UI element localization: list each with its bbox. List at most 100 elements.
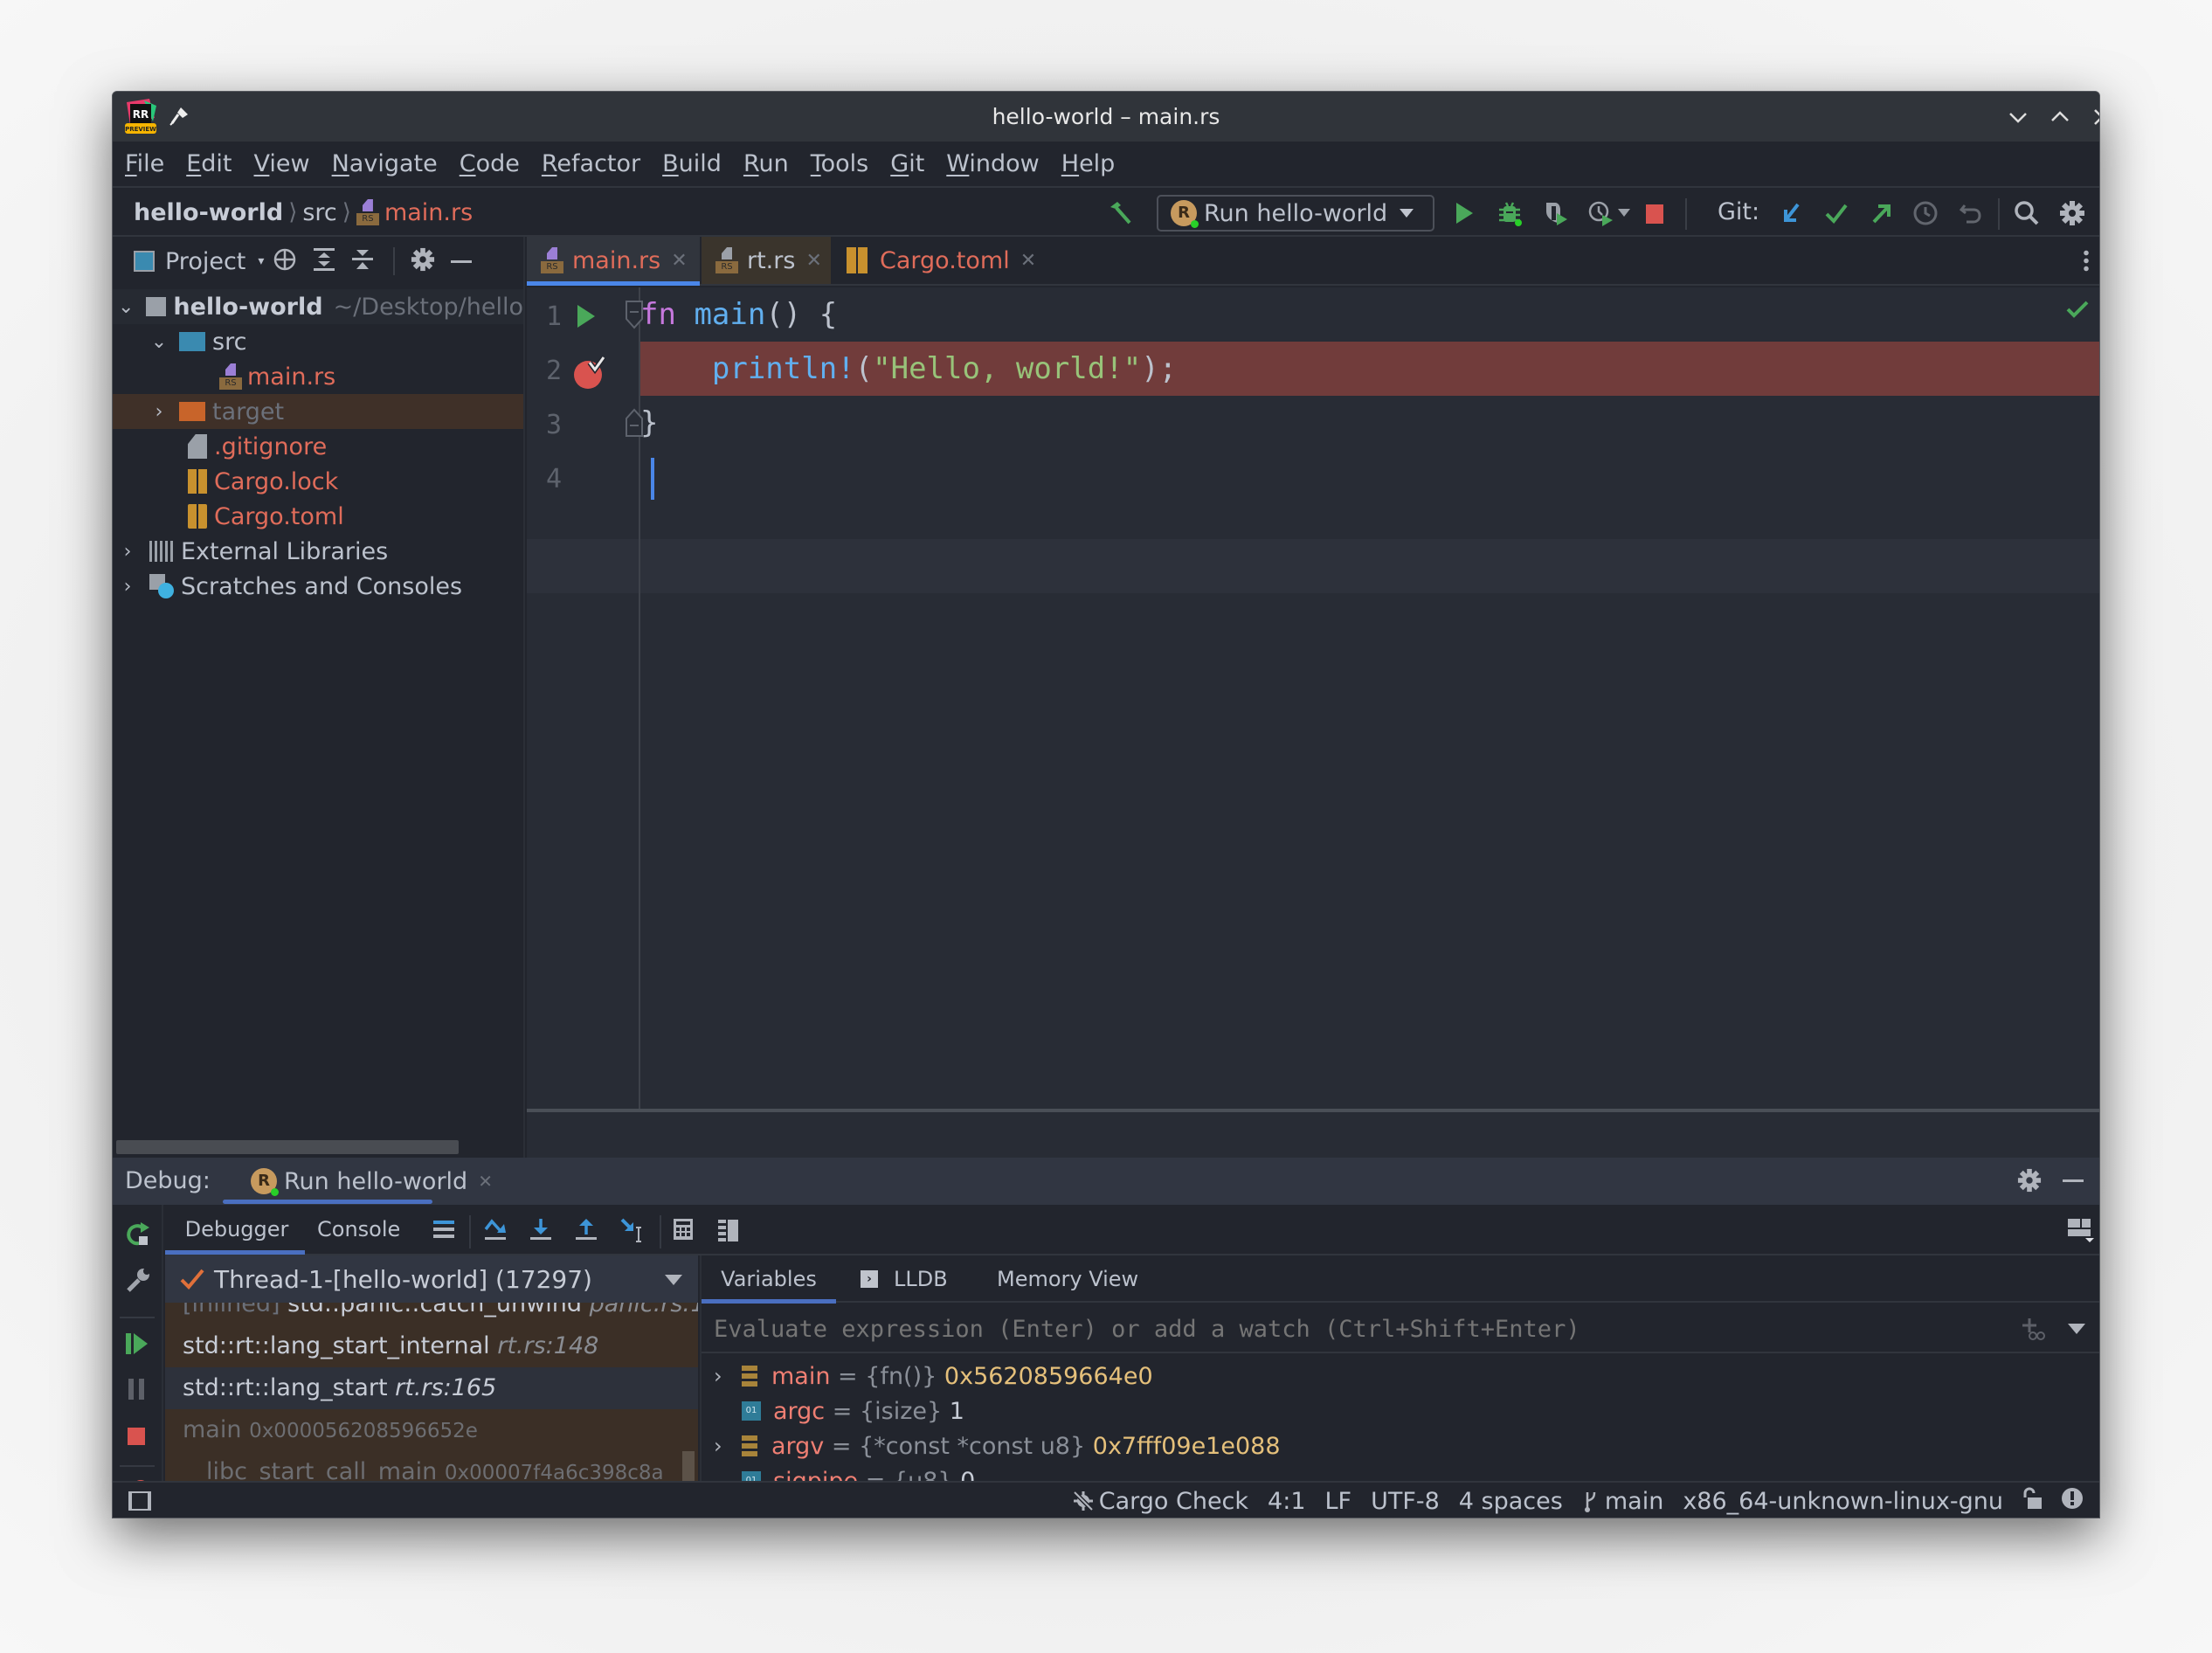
horizontal-scrollbar[interactable]: [116, 1140, 459, 1154]
no-problems-check-icon[interactable]: [2066, 300, 2089, 322]
tab-lldb[interactable]: › LLDB: [861, 1255, 948, 1303]
git-commit-icon[interactable]: [1821, 198, 1851, 228]
frame-row[interactable]: std::rt::lang_start_internal rt.rs:148: [165, 1325, 698, 1367]
variable-row[interactable]: › argv = {*const *const u8} 0x7fff09e1e0…: [714, 1428, 1281, 1463]
code-editor[interactable]: 1 2 3 4 fn main() { println!("Hello, wor…: [527, 287, 2099, 1109]
debug-settings-gear-icon[interactable]: [2017, 1168, 2042, 1196]
caret-position[interactable]: 4:1: [1268, 1488, 1305, 1515]
frame-row[interactable]: main 0x000056208596652e: [165, 1409, 698, 1451]
git-push-icon[interactable]: [1867, 198, 1897, 228]
file-encoding[interactable]: UTF-8: [1371, 1488, 1440, 1515]
menu-edit[interactable]: Edit: [186, 150, 232, 177]
tree-item-project-root[interactable]: ⌄ hello-world ~/Desktop/hello: [113, 289, 523, 324]
minimize-icon[interactable]: [2003, 102, 2033, 132]
tab-rt-rs[interactable]: RS rt.rs ✕: [702, 237, 831, 284]
frame-row-selected[interactable]: std::rt::lang_start rt.rs:165: [165, 1367, 698, 1409]
chevron-right-icon[interactable]: ›: [149, 401, 169, 423]
more-tabs-menu-icon[interactable]: [2084, 249, 2089, 272]
tree-item-src[interactable]: ⌄ src: [113, 324, 523, 359]
event-log-alert-icon[interactable]: [2061, 1487, 2084, 1516]
collapse-all-icon[interactable]: [351, 247, 374, 275]
trace-current-stream-icon[interactable]: [717, 1217, 740, 1245]
chevron-right-icon[interactable]: ›: [118, 541, 137, 563]
debug-bug-icon[interactable]: [1495, 198, 1524, 228]
tree-item-main-rs[interactable]: RS main.rs: [113, 359, 523, 394]
run-configuration-dropdown[interactable]: R Run hello-world: [1157, 195, 1434, 232]
pause-program-icon[interactable]: [123, 1376, 149, 1406]
chevron-right-icon[interactable]: ›: [118, 576, 137, 598]
stop-icon[interactable]: [1640, 198, 1669, 228]
menu-tools[interactable]: Tools: [811, 150, 869, 177]
variable-row[interactable]: › main = {fn()} 0x5620859664e0: [714, 1359, 1153, 1394]
tree-item-cargo-lock[interactable]: Cargo.lock: [113, 464, 523, 499]
expand-all-icon[interactable]: [313, 247, 335, 275]
hide-debug-panel-icon[interactable]: [2063, 1179, 2084, 1182]
evaluate-expression-field[interactable]: [702, 1304, 2099, 1353]
build-hammer-icon[interactable]: [1105, 198, 1135, 228]
stop-debug-icon[interactable]: [123, 1423, 149, 1453]
menu-refactor[interactable]: Refactor: [542, 150, 640, 177]
menu-git[interactable]: Git: [890, 150, 924, 177]
indent-setting[interactable]: 4 spaces: [1459, 1488, 1563, 1515]
line-separator[interactable]: LF: [1325, 1488, 1352, 1515]
wrench-settings-icon[interactable]: [123, 1266, 151, 1297]
expand-chevron-icon[interactable]: ›: [714, 1364, 733, 1388]
close-tab-icon[interactable]: ✕: [1020, 250, 1036, 272]
menu-build[interactable]: Build: [662, 150, 722, 177]
close-window-icon[interactable]: [2087, 102, 2099, 132]
view-selector-caret-icon[interactable]: ▾: [258, 254, 264, 268]
resume-program-icon[interactable]: [123, 1331, 149, 1360]
add-watch-icon[interactable]: [2021, 1317, 2045, 1345]
menu-code[interactable]: Code: [460, 150, 520, 177]
tree-item-external-libraries[interactable]: › External Libraries: [113, 534, 523, 569]
step-out-icon[interactable]: [574, 1217, 598, 1245]
run-gutter-icon[interactable]: [576, 303, 597, 333]
search-icon[interactable]: [2012, 198, 2042, 228]
evaluate-expression-icon[interactable]: [672, 1217, 695, 1245]
tree-item-target[interactable]: › target: [113, 394, 523, 429]
git-branch-widget[interactable]: main: [1582, 1488, 1663, 1515]
variable-row[interactable]: 01 argc = {isize} 1: [714, 1394, 964, 1428]
locate-file-icon[interactable]: [273, 247, 297, 275]
breadcrumb-project[interactable]: hello-world: [134, 199, 283, 226]
tab-cargo-toml[interactable]: Cargo.toml ✕: [833, 237, 1051, 284]
tab-variables[interactable]: Variables: [702, 1255, 836, 1303]
profile-dropdown-icon[interactable]: [1615, 198, 1633, 228]
close-tab-icon[interactable]: ✕: [805, 250, 821, 272]
rerun-icon[interactable]: [123, 1221, 151, 1252]
menu-help[interactable]: Help: [1061, 150, 1116, 177]
close-tab-icon[interactable]: ✕: [671, 250, 687, 272]
cargo-check-widget[interactable]: Cargo Check: [1071, 1488, 1248, 1515]
tab-main-rs[interactable]: RS main.rs ✕: [527, 237, 700, 286]
history-icon[interactable]: [1911, 198, 1940, 228]
expand-chevron-icon[interactable]: ›: [714, 1434, 733, 1458]
menu-window[interactable]: Window: [946, 150, 1039, 177]
frame-row[interactable]: [inlined] std::panic::catch_unwind panic…: [165, 1303, 698, 1325]
step-into-icon[interactable]: [529, 1217, 553, 1245]
readonly-lock-icon[interactable]: [2022, 1487, 2042, 1516]
thread-selector-dropdown[interactable]: Thread-1-[hello-world] (17297): [165, 1255, 698, 1303]
close-session-icon[interactable]: ✕: [478, 1171, 493, 1192]
layout-settings-icon[interactable]: [2066, 1217, 2096, 1247]
toggle-tool-windows-icon[interactable]: [128, 1491, 151, 1511]
tree-item-gitignore[interactable]: .gitignore: [113, 429, 523, 464]
menu-run[interactable]: Run: [743, 150, 789, 177]
git-update-icon[interactable]: [1776, 198, 1806, 228]
run-with-coverage-icon[interactable]: [1540, 198, 1570, 228]
breadcrumb-file[interactable]: main.rs: [384, 199, 473, 226]
rust-target[interactable]: x86_64-unknown-linux-gnu: [1683, 1488, 2003, 1515]
run-to-cursor-icon[interactable]: [619, 1217, 647, 1248]
panel-options-gear-icon[interactable]: [411, 247, 435, 275]
debug-session-tab[interactable]: R Run hello-world ✕: [242, 1158, 501, 1205]
chevron-down-icon[interactable]: ⌄: [118, 296, 134, 318]
menu-file[interactable]: File: [125, 150, 164, 177]
chevron-down-icon[interactable]: ⌄: [149, 331, 169, 353]
rollback-icon[interactable]: [1956, 198, 1986, 228]
menu-view[interactable]: View: [254, 150, 310, 177]
tree-item-cargo-toml[interactable]: Cargo.toml: [113, 499, 523, 534]
breakpoint-icon[interactable]: [572, 354, 607, 396]
settings-gear-icon[interactable]: [2057, 198, 2087, 228]
profile-icon[interactable]: [1586, 198, 1615, 228]
evaluate-expression-input[interactable]: [714, 1311, 1937, 1346]
project-panel-title[interactable]: Project: [165, 248, 245, 275]
